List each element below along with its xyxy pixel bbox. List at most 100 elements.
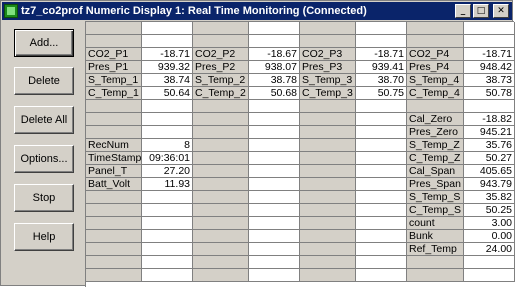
field-value[interactable] bbox=[356, 191, 407, 204]
field-value[interactable] bbox=[142, 256, 193, 269]
delete-all-button[interactable]: Delete All bbox=[14, 106, 74, 134]
field-value[interactable]: 943.79 bbox=[464, 178, 515, 191]
field-value[interactable]: 8 bbox=[142, 139, 193, 152]
field-value[interactable] bbox=[142, 269, 193, 282]
field-value[interactable]: 38.70 bbox=[356, 74, 407, 87]
field-label[interactable] bbox=[300, 35, 356, 48]
field-value[interactable] bbox=[249, 269, 300, 282]
field-label[interactable]: CO2_P1 bbox=[86, 48, 142, 61]
field-value[interactable] bbox=[142, 113, 193, 126]
field-label[interactable]: count bbox=[407, 217, 464, 230]
field-value[interactable]: 35.82 bbox=[464, 191, 515, 204]
field-value[interactable]: 35.76 bbox=[464, 139, 515, 152]
field-value[interactable]: 24.00 bbox=[464, 243, 515, 256]
field-label[interactable] bbox=[193, 178, 249, 191]
field-label[interactable] bbox=[300, 243, 356, 256]
field-value[interactable] bbox=[249, 256, 300, 269]
field-value[interactable] bbox=[249, 35, 300, 48]
field-value[interactable] bbox=[142, 204, 193, 217]
help-button[interactable]: Help bbox=[14, 223, 74, 251]
field-label[interactable] bbox=[407, 35, 464, 48]
field-value[interactable]: 945.21 bbox=[464, 126, 515, 139]
add-button[interactable]: Add... bbox=[14, 29, 74, 57]
field-value[interactable] bbox=[249, 217, 300, 230]
field-label[interactable]: C_Temp_1 bbox=[86, 87, 142, 100]
options-button[interactable]: Options... bbox=[14, 145, 74, 173]
field-label[interactable]: CO2_P4 bbox=[407, 48, 464, 61]
field-label[interactable]: C_Temp_3 bbox=[300, 87, 356, 100]
field-label[interactable] bbox=[193, 191, 249, 204]
field-value[interactable] bbox=[356, 230, 407, 243]
field-value[interactable]: -18.82 bbox=[464, 113, 515, 126]
field-value[interactable] bbox=[356, 126, 407, 139]
delete-button[interactable]: Delete bbox=[14, 67, 74, 95]
field-label[interactable] bbox=[86, 269, 142, 282]
field-label[interactable]: Pres_Span bbox=[407, 178, 464, 191]
field-value[interactable] bbox=[249, 126, 300, 139]
field-label[interactable] bbox=[300, 126, 356, 139]
field-value[interactable] bbox=[249, 113, 300, 126]
field-label[interactable]: Batt_Volt bbox=[86, 178, 142, 191]
field-value[interactable] bbox=[142, 126, 193, 139]
field-label[interactable] bbox=[86, 100, 142, 113]
field-value[interactable] bbox=[142, 230, 193, 243]
field-label[interactable]: RecNum bbox=[86, 139, 142, 152]
field-label[interactable] bbox=[86, 204, 142, 217]
field-label[interactable] bbox=[300, 217, 356, 230]
field-label[interactable]: CO2_P3 bbox=[300, 48, 356, 61]
field-label[interactable]: Pres_P4 bbox=[407, 61, 464, 74]
field-value[interactable] bbox=[249, 152, 300, 165]
field-label[interactable] bbox=[193, 126, 249, 139]
field-label[interactable]: TimeStamp bbox=[86, 152, 142, 165]
field-label[interactable] bbox=[407, 256, 464, 269]
field-label[interactable] bbox=[300, 165, 356, 178]
field-value[interactable]: -18.71 bbox=[142, 48, 193, 61]
field-label[interactable]: C_Temp_4 bbox=[407, 87, 464, 100]
field-label[interactable] bbox=[193, 217, 249, 230]
field-value[interactable] bbox=[142, 35, 193, 48]
field-label[interactable] bbox=[86, 217, 142, 230]
field-label[interactable]: C_Temp_Z bbox=[407, 152, 464, 165]
field-label[interactable] bbox=[193, 152, 249, 165]
field-label[interactable] bbox=[193, 100, 249, 113]
field-label[interactable] bbox=[193, 256, 249, 269]
field-label[interactable]: C_Temp_S bbox=[407, 204, 464, 217]
field-value[interactable] bbox=[356, 139, 407, 152]
field-label[interactable] bbox=[86, 35, 142, 48]
field-label[interactable] bbox=[193, 165, 249, 178]
field-label[interactable] bbox=[300, 178, 356, 191]
field-label[interactable]: Panel_T bbox=[86, 165, 142, 178]
field-label[interactable] bbox=[86, 191, 142, 204]
field-value[interactable] bbox=[464, 269, 515, 282]
field-value[interactable]: 405.65 bbox=[464, 165, 515, 178]
stop-button[interactable]: Stop bbox=[14, 184, 74, 212]
field-label[interactable] bbox=[86, 126, 142, 139]
field-value[interactable]: 50.78 bbox=[464, 87, 515, 100]
field-value[interactable]: 50.68 bbox=[249, 87, 300, 100]
field-value[interactable] bbox=[249, 243, 300, 256]
field-value[interactable] bbox=[464, 100, 515, 113]
field-label[interactable] bbox=[407, 269, 464, 282]
maximize-button[interactable]: □ bbox=[473, 4, 489, 18]
field-value[interactable] bbox=[356, 178, 407, 191]
field-value[interactable]: 50.75 bbox=[356, 87, 407, 100]
field-label[interactable] bbox=[193, 35, 249, 48]
field-label[interactable]: S_Temp_2 bbox=[193, 74, 249, 87]
field-label[interactable] bbox=[407, 22, 464, 35]
field-label[interactable] bbox=[193, 113, 249, 126]
field-value[interactable]: 939.32 bbox=[142, 61, 193, 74]
field-value[interactable] bbox=[142, 100, 193, 113]
field-label[interactable] bbox=[300, 22, 356, 35]
field-label[interactable] bbox=[300, 204, 356, 217]
field-value[interactable] bbox=[464, 22, 515, 35]
field-label[interactable] bbox=[86, 22, 142, 35]
field-value[interactable]: -18.71 bbox=[356, 48, 407, 61]
field-label[interactable]: Cal_Span bbox=[407, 165, 464, 178]
field-value[interactable]: 938.07 bbox=[249, 61, 300, 74]
field-label[interactable] bbox=[193, 243, 249, 256]
field-value[interactable] bbox=[356, 165, 407, 178]
field-value[interactable]: 50.25 bbox=[464, 204, 515, 217]
field-value[interactable] bbox=[356, 217, 407, 230]
field-value[interactable]: 3.00 bbox=[464, 217, 515, 230]
field-value[interactable]: -18.67 bbox=[249, 48, 300, 61]
